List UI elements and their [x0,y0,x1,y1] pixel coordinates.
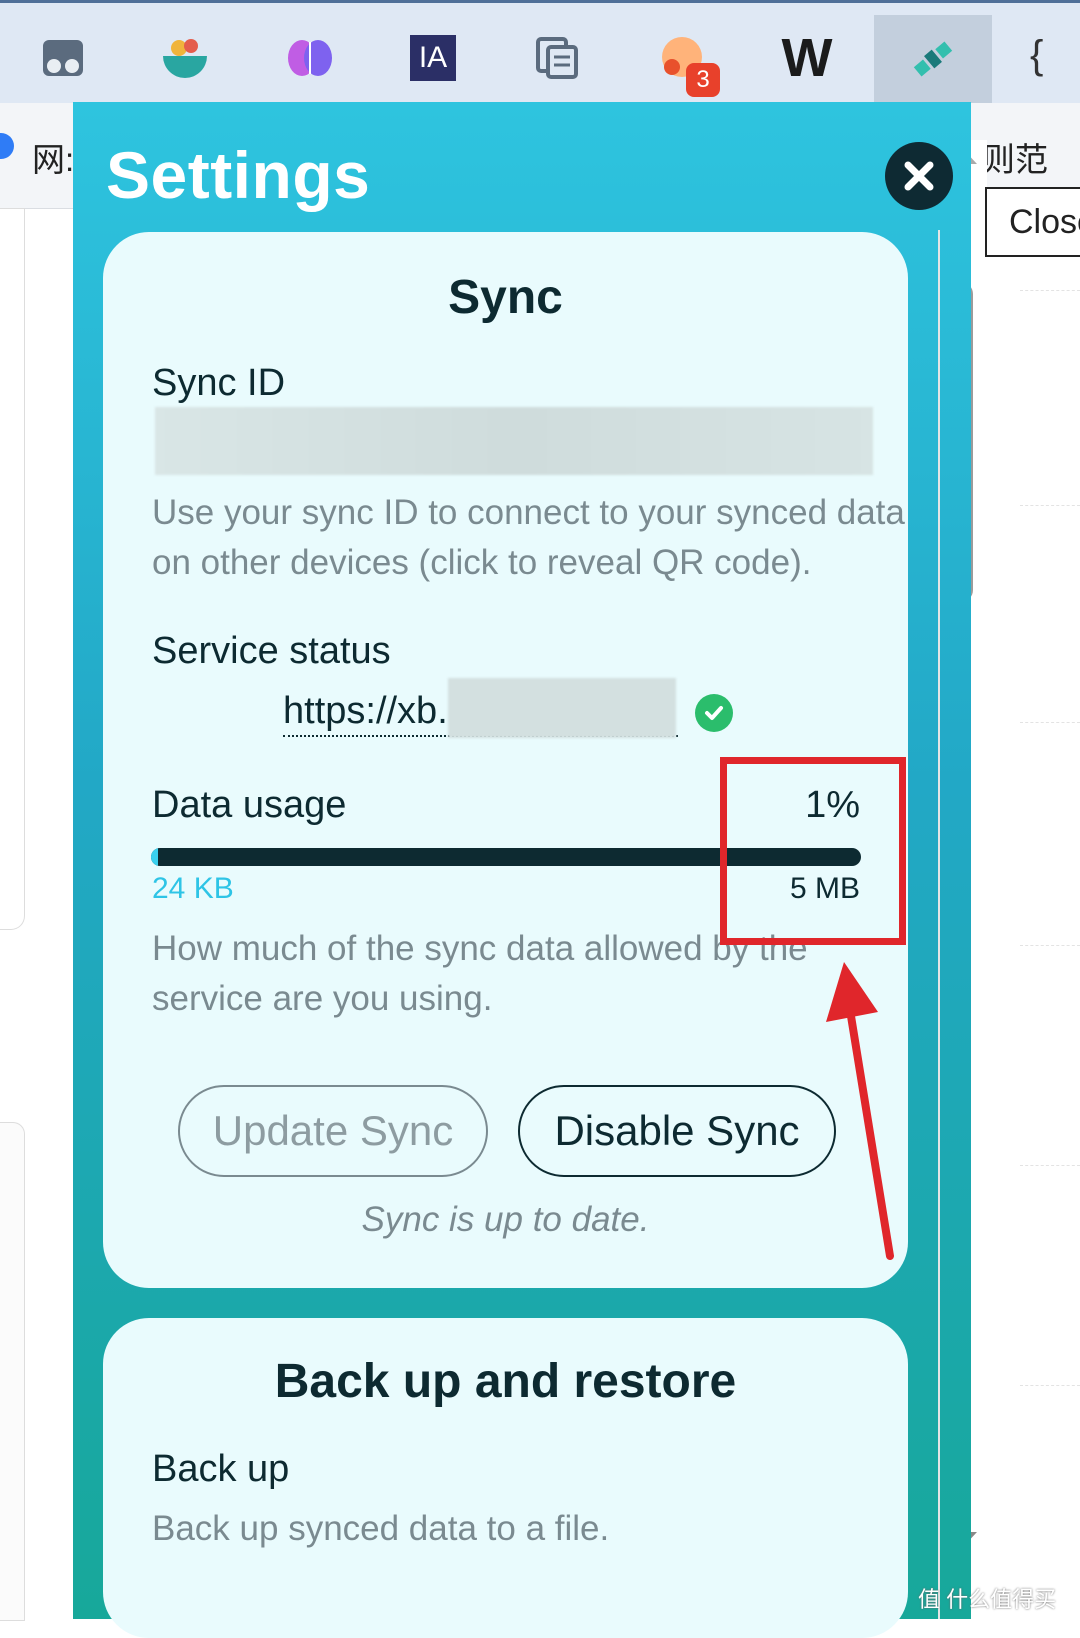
page-background-panel-lower [0,1122,25,1621]
w-logo-icon[interactable]: W [772,23,842,93]
sync-heading: Sync [448,271,563,324]
service-status-label: Service status [152,630,391,672]
service-url-redaction [448,678,676,738]
close-button[interactable] [885,142,953,210]
sync-id-desc-line2: on other devices (click to reveal QR cod… [152,543,812,582]
bookmark-left-label[interactable]: 网: [32,133,74,181]
data-usage-label: Data usage [152,784,347,826]
copy-icon[interactable] [522,23,592,93]
data-usage-bar-fill [151,848,159,866]
disable-sync-button[interactable]: Disable Sync [518,1085,836,1177]
bookmark-favicon-icon[interactable] [0,133,14,159]
ia-icon-label: IA [410,35,456,81]
backup-card: Back up and restore Back up Back up sync… [103,1318,908,1638]
goggles-icon[interactable] [28,23,98,93]
popup-edge [938,230,940,1619]
brain-icon[interactable] [275,23,345,93]
notification-badge: 3 [686,63,720,97]
close-icon [904,161,934,191]
chat-bubble-icon[interactable]: 3 [648,23,720,97]
highlight-box [720,757,906,945]
sync-id-desc-line1: Use your sync ID to connect to your sync… [152,493,905,532]
popup-title: Settings [106,138,371,212]
backup-heading: Back up and restore [274,1355,737,1408]
sync-id-field[interactable] [155,407,873,475]
page-background-panel [0,208,25,930]
annotation-arrow-icon [826,962,894,1260]
bowl-icon[interactable] [150,23,220,93]
satellite-icon[interactable] [874,15,992,103]
sync-status-message: Sync is up to date. [361,1200,650,1239]
status-ok-icon [695,694,733,732]
close-tooltip: Close [985,187,1080,257]
data-used-value: 24 KB [152,872,234,905]
watermark: 值 什么值得买 [918,1587,1057,1612]
puzzle-icon[interactable]: { [1030,33,1043,78]
usage-desc-line2: service are you using. [152,979,493,1018]
sync-id-description: Use your sync ID to connect to your sync… [152,488,905,588]
data-usage-description: How much of the sync data allowed by the… [152,924,808,1024]
w-logo-label: W [781,28,833,88]
usage-desc-line1: How much of the sync data allowed by the [152,929,808,968]
bookmark-right-label[interactable]: 则范 [982,133,1048,181]
update-sync-button[interactable]: Update Sync [178,1085,488,1177]
ia-icon[interactable]: IA [398,23,468,93]
browser-toolbar: IA 3 W { [0,0,1080,103]
backup-label: Back up [152,1448,290,1490]
backup-description: Back up synced data to a file. [152,1509,610,1548]
sync-id-label: Sync ID [152,362,286,404]
